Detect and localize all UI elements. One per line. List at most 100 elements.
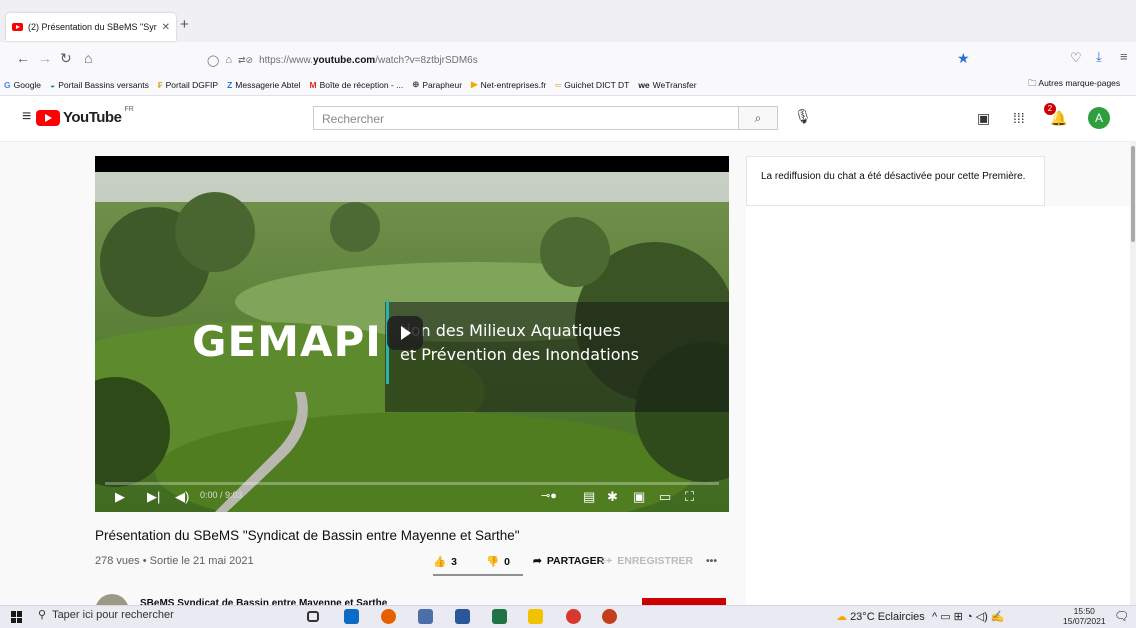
powerpoint-icon[interactable] (602, 609, 617, 624)
share-label: PARTAGER (546, 555, 605, 567)
bookmark-favicon-icon: we (638, 79, 650, 90)
url-bar[interactable]: ◯ ⌂ ⇄⊘ https://www.youtube.com/watch?v=8… (195, 47, 985, 73)
system-tray[interactable]: ^ ▭ ⊞ ◔ ◁) ✍ (932, 610, 1005, 623)
autoplay-toggle-icon[interactable]: ⊸● (541, 489, 557, 502)
notification-center-icon[interactable]: 🗨 (1114, 609, 1129, 623)
menu-icon[interactable]: ≡ (1120, 49, 1128, 64)
bookmarks-bar: G Google ◒ Portail Bassins versants ₣ Portail… (0, 74, 1136, 96)
play-icon[interactable]: ▶ (115, 489, 125, 505)
bookmark-label: Parapheur (422, 79, 463, 90)
thumbs-up-icon: 👍 (433, 556, 447, 568)
volume-icon[interactable]: ◀) (175, 489, 189, 505)
clock-date: 15/07/2021 (1063, 616, 1106, 626)
back-icon[interactable]: ← (16, 50, 30, 66)
bookmark-favicon-icon: ═ (555, 79, 562, 90)
bookmark-item[interactable]: ⊕ Parapheur (412, 79, 462, 90)
fullscreen-icon[interactable]: ⛶ (685, 489, 694, 505)
task-view-icon[interactable] (307, 611, 319, 622)
video-timecode: 0:00 / 9:03 (200, 490, 243, 500)
subtitles-icon[interactable]: ▤ (583, 489, 595, 505)
bookmark-star-icon[interactable]: ★ (957, 50, 970, 67)
url-path: /watch?v=8ztbjrSDM6s (375, 54, 478, 66)
forward-icon[interactable]: → (38, 50, 52, 66)
page-scrollbar[interactable] (1130, 142, 1136, 605)
next-icon[interactable]: ▶| (147, 489, 160, 505)
bookmark-label: Google (13, 79, 42, 90)
big-play-button[interactable] (387, 316, 423, 350)
bookmark-item[interactable]: ◒ Portail Bassins versants (50, 80, 149, 90)
tab-title: (2) Présentation du SBeMS "Syn (28, 22, 157, 32)
weather-text: 23°C Eclaircies (850, 611, 925, 623)
share-button[interactable]: ➦ PARTAGER (533, 555, 604, 567)
app-icon[interactable] (566, 609, 581, 624)
taskbar-search[interactable]: ⚲ Taper ici pour rechercher (38, 608, 174, 622)
bookmark-favicon-icon: G (4, 79, 11, 90)
weather-widget[interactable]: ☁ 23°C Eclaircies (836, 610, 925, 623)
url-prefix: https://www. (259, 54, 313, 66)
overlay-title: GEMAPI (192, 317, 382, 366)
other-bookmarks[interactable]: 🗀 Autres marque-pages (1028, 78, 1120, 92)
bookmark-favicon-icon: ◒ (50, 79, 56, 90)
downloads-icon[interactable]: ⤓ (1096, 49, 1102, 65)
home-icon[interactable]: ⌂ (84, 50, 92, 66)
bookmark-item[interactable]: Z Messagerie Abtel (227, 80, 300, 90)
hamburger-menu-icon[interactable]: ≡ (22, 108, 31, 126)
like-count: 3 (451, 555, 457, 568)
theater-mode-icon[interactable]: ▭ (659, 489, 671, 505)
new-tab-button[interactable]: + (180, 16, 189, 33)
excel-icon[interactable] (492, 609, 507, 624)
taskbar-search-label: Taper ici pour rechercher (52, 608, 174, 621)
windows-start-icon[interactable] (11, 611, 23, 623)
calculator-icon[interactable] (418, 609, 433, 624)
bookmark-favicon-icon: ⊕ (412, 79, 420, 89)
bookmark-label: Portail DGFIP (165, 79, 219, 90)
video-stats: 278 vues • Sortie le 21 mai 2021 (95, 555, 254, 567)
thumbs-down-icon: 👎 (486, 556, 500, 568)
bookmark-item[interactable]: M Boîte de réception - ... (309, 80, 403, 90)
like-ratio-bar (433, 574, 523, 576)
file-explorer-icon[interactable] (528, 609, 543, 624)
save-button[interactable]: ≡+ ENREGISTRER (600, 555, 693, 567)
bookmark-label: Portail Bassins versants (58, 79, 149, 90)
bookmark-item[interactable]: ═ Guichet DICT DT (555, 80, 629, 90)
share-arrow-icon: ➦ (533, 555, 542, 567)
account-avatar[interactable]: A (1088, 107, 1110, 129)
dislike-button[interactable]: 👎 0 (486, 555, 510, 569)
bookmark-item[interactable]: ₣ Portail DGFIP (158, 80, 218, 90)
region-code: FR (124, 106, 134, 113)
outlook-icon[interactable] (344, 609, 359, 624)
dislike-count: 0 (504, 555, 510, 568)
clock-time: 15:50 (1073, 606, 1095, 616)
search-input[interactable]: Rechercher (313, 106, 738, 130)
lock-icon[interactable]: ⌂ (225, 54, 232, 66)
pocket-icon[interactable]: ♡ (1070, 50, 1082, 66)
bookmark-item[interactable]: we WeTransfer (638, 80, 696, 90)
reload-icon[interactable]: ↻ (60, 50, 72, 67)
taskbar-clock[interactable]: 15:50 15/07/2021 (1063, 606, 1106, 626)
microphone-icon[interactable]: 🎙 (794, 108, 812, 125)
browser-tab[interactable]: (2) Présentation du SBeMS "Syn ✕ (6, 13, 176, 41)
search-button[interactable]: ⌕ (738, 106, 778, 130)
bookmark-favicon-icon: Z (227, 79, 233, 90)
firefox-icon[interactable] (381, 609, 396, 624)
bookmark-item[interactable]: ▶ Net-entreprises.fr (471, 79, 546, 90)
video-progress-bar[interactable] (105, 482, 719, 485)
video-title: Présentation du SBeMS "Syndicat de Bassi… (95, 528, 520, 543)
other-bookmarks-label: Autres marque-pages (1038, 78, 1121, 88)
apps-grid-icon[interactable]: ⁞⁞⁞ (1013, 110, 1025, 126)
settings-gear-icon[interactable]: ✱ (607, 489, 618, 505)
shield-icon[interactable]: ◯ (207, 54, 219, 67)
save-label: ENREGISTRER (617, 555, 694, 567)
bookmark-label: WeTransfer (652, 79, 697, 90)
youtube-logo[interactable]: YouTube FR (36, 106, 134, 126)
word-icon[interactable] (455, 609, 470, 624)
bookmark-item[interactable]: G Google (4, 80, 41, 90)
chat-replay-panel: La rediffusion du chat a été désactivée … (746, 156, 1045, 206)
close-tab-icon[interactable]: ✕ (162, 22, 170, 33)
permissions-icon[interactable]: ⇄⊘ (238, 55, 253, 66)
bookmark-favicon-icon: ₣ (157, 79, 163, 90)
miniplayer-icon[interactable]: ▣ (633, 489, 645, 505)
like-button[interactable]: 👍 3 (433, 555, 457, 569)
more-actions-icon[interactable]: ••• (706, 555, 717, 567)
create-video-icon[interactable]: ▣ (977, 110, 990, 127)
